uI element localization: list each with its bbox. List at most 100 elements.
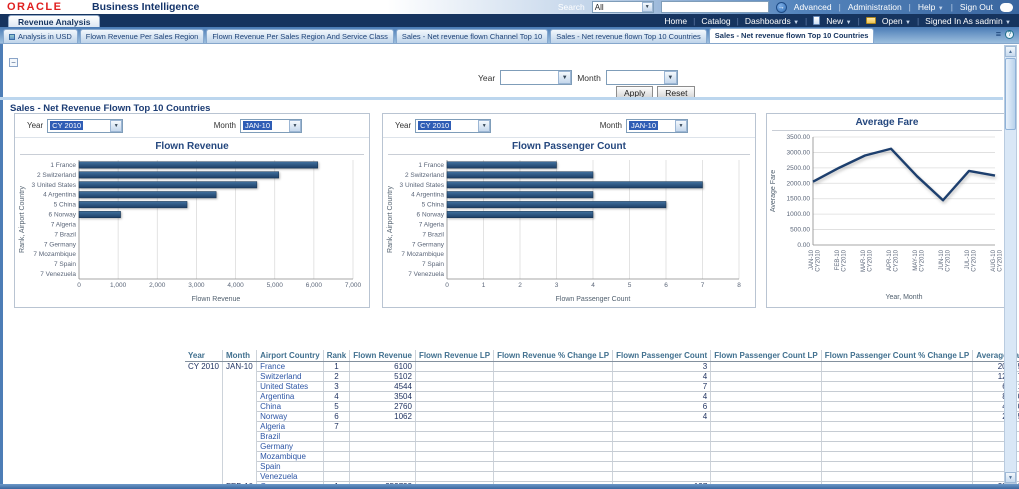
window-left-edge <box>0 44 3 489</box>
value-cell <box>494 452 613 462</box>
month-select[interactable]: ▼ <box>606 70 678 85</box>
help-icon[interactable]: ? <box>1005 30 1014 39</box>
dashboard-name-tab[interactable]: Revenue Analysis <box>8 15 100 27</box>
collapse-section-icon[interactable]: − <box>9 58 18 67</box>
chevron-down-icon[interactable]: ▼ <box>110 120 122 132</box>
panel2-month-select[interactable]: JAN-10 ▼ <box>626 119 688 133</box>
page-tab-0[interactable]: Analysis in USD <box>3 29 78 43</box>
chevron-down-icon[interactable]: ▼ <box>558 71 571 84</box>
value-cell <box>350 442 416 452</box>
table-row: China527606460.07 <box>185 402 1019 412</box>
value-cell <box>494 412 613 422</box>
svg-text:7: 7 <box>701 282 705 289</box>
value-cell <box>613 432 711 442</box>
svg-text:2500.00: 2500.00 <box>787 165 811 172</box>
country-cell: Argentina <box>257 392 324 402</box>
svg-text:JUN-10CY2010: JUN-10CY2010 <box>939 249 952 271</box>
dashboards-menu[interactable]: Dashboards ▼ <box>745 16 799 26</box>
administration-link[interactable]: Administration <box>848 2 902 12</box>
value-cell <box>711 362 822 372</box>
signed-in-menu[interactable]: Signed In As sadmin ▼ <box>925 16 1011 26</box>
svg-text:6: 6 <box>664 282 668 289</box>
search-go-icon[interactable]: → <box>776 2 787 13</box>
country-cell: Spain <box>257 462 324 472</box>
page-tab-5[interactable]: Sales - Net revenue flown Top 10 Countri… <box>709 28 875 43</box>
scroll-up-icon[interactable]: ▲ <box>1005 46 1016 57</box>
svg-text:0: 0 <box>77 282 81 289</box>
svg-text:2,000: 2,000 <box>149 282 166 289</box>
year-cell <box>185 452 223 462</box>
month-label: Month <box>600 121 622 130</box>
year-select[interactable]: ▼ <box>500 70 572 85</box>
svg-text:1 France: 1 France <box>418 162 444 169</box>
value-cell: 4 <box>613 372 711 382</box>
month-cell: JAN-10 <box>223 362 257 372</box>
svg-text:7 Mozambique: 7 Mozambique <box>401 251 444 258</box>
home-link[interactable]: Home <box>664 16 687 26</box>
value-cell <box>821 442 972 452</box>
page-tab-3[interactable]: Sales - Net revenue flown Channel Top 10 <box>396 29 548 43</box>
svg-text:4 Argentina: 4 Argentina <box>411 192 444 199</box>
year-cell <box>185 422 223 432</box>
panel1-month-select[interactable]: JAN-10 ▼ <box>240 119 302 133</box>
svg-text:4,000: 4,000 <box>227 282 244 289</box>
flown-passenger-count-chart: 0123456781 France2 Switzerland3 United S… <box>383 155 753 305</box>
table-row: Algeria7 <box>185 422 1019 432</box>
rank-cell: 2 <box>323 372 350 382</box>
rank-cell <box>323 472 350 482</box>
value-cell <box>711 432 822 442</box>
value-cell <box>821 362 972 372</box>
chevron-down-icon[interactable]: ▼ <box>642 2 653 12</box>
new-menu[interactable]: New ▼ <box>826 16 851 26</box>
open-menu[interactable]: Open ▼ <box>882 16 911 26</box>
page-tab-1[interactable]: Flown Revenue Per Sales Region <box>80 29 205 43</box>
column-header: Flown Passenger Count LP <box>711 350 822 362</box>
svg-text:Rank, Airport Country: Rank, Airport Country <box>387 186 394 253</box>
year-cell <box>185 462 223 472</box>
advanced-link[interactable]: Advanced <box>794 2 832 12</box>
value-cell <box>415 412 493 422</box>
value-cell <box>415 442 493 452</box>
scroll-down-icon[interactable]: ▼ <box>1005 472 1016 483</box>
value-cell: 2760 <box>350 402 416 412</box>
column-header: Month <box>223 350 257 362</box>
sign-out-link[interactable]: Sign Out <box>960 2 993 12</box>
svg-text:5 China: 5 China <box>422 202 445 209</box>
value-cell <box>415 452 493 462</box>
scrollbar-thumb[interactable] <box>1005 58 1016 130</box>
country-cell: Brazil <box>257 432 324 442</box>
value-cell <box>415 382 493 392</box>
page-options-icon[interactable]: ≡ <box>996 30 1001 39</box>
page-tab-4[interactable]: Sales - Net revenue flown Top 10 Countri… <box>550 29 707 43</box>
search-label: Search <box>558 2 585 12</box>
chevron-down-icon[interactable]: ▼ <box>289 120 301 132</box>
country-cell: France <box>257 362 324 372</box>
search-scope-select[interactable]: All ▼ <box>592 1 654 13</box>
column-header: Airport Country <box>257 350 324 362</box>
value-cell <box>494 442 613 452</box>
catalog-link[interactable]: Catalog <box>701 16 730 26</box>
value-cell: 6100 <box>350 362 416 372</box>
help-menu[interactable]: Help ▼ <box>918 2 944 12</box>
value-cell <box>415 392 493 402</box>
chevron-down-icon[interactable]: ▼ <box>664 71 677 84</box>
chevron-down-icon[interactable]: ▼ <box>675 120 687 132</box>
year-label: Year <box>27 121 43 130</box>
svg-text:AUG-10CY2010: AUG-10CY2010 <box>991 249 1004 271</box>
chart-title: Average Fare <box>767 114 1007 128</box>
rank-cell <box>323 462 350 472</box>
chevron-down-icon[interactable]: ▼ <box>478 120 490 132</box>
page-tab-2[interactable]: Flown Revenue Per Sales Region And Servi… <box>206 29 394 43</box>
table-row: Venezuela <box>185 472 1019 482</box>
panel2-year-select[interactable]: CY 2010 ▼ <box>415 119 491 133</box>
value-cell <box>415 432 493 442</box>
panel1-year-select[interactable]: CY 2010 ▼ <box>47 119 123 133</box>
table-row: Brazil <box>185 432 1019 442</box>
svg-text:2 Switzerland: 2 Switzerland <box>405 172 444 179</box>
chat-bubble-icon[interactable] <box>1000 3 1013 12</box>
country-cell: Mozambique <box>257 452 324 462</box>
value-cell <box>415 362 493 372</box>
vertical-scrollbar[interactable]: ▲ ▼ <box>1004 45 1017 484</box>
search-input[interactable] <box>661 1 769 13</box>
value-cell <box>494 392 613 402</box>
